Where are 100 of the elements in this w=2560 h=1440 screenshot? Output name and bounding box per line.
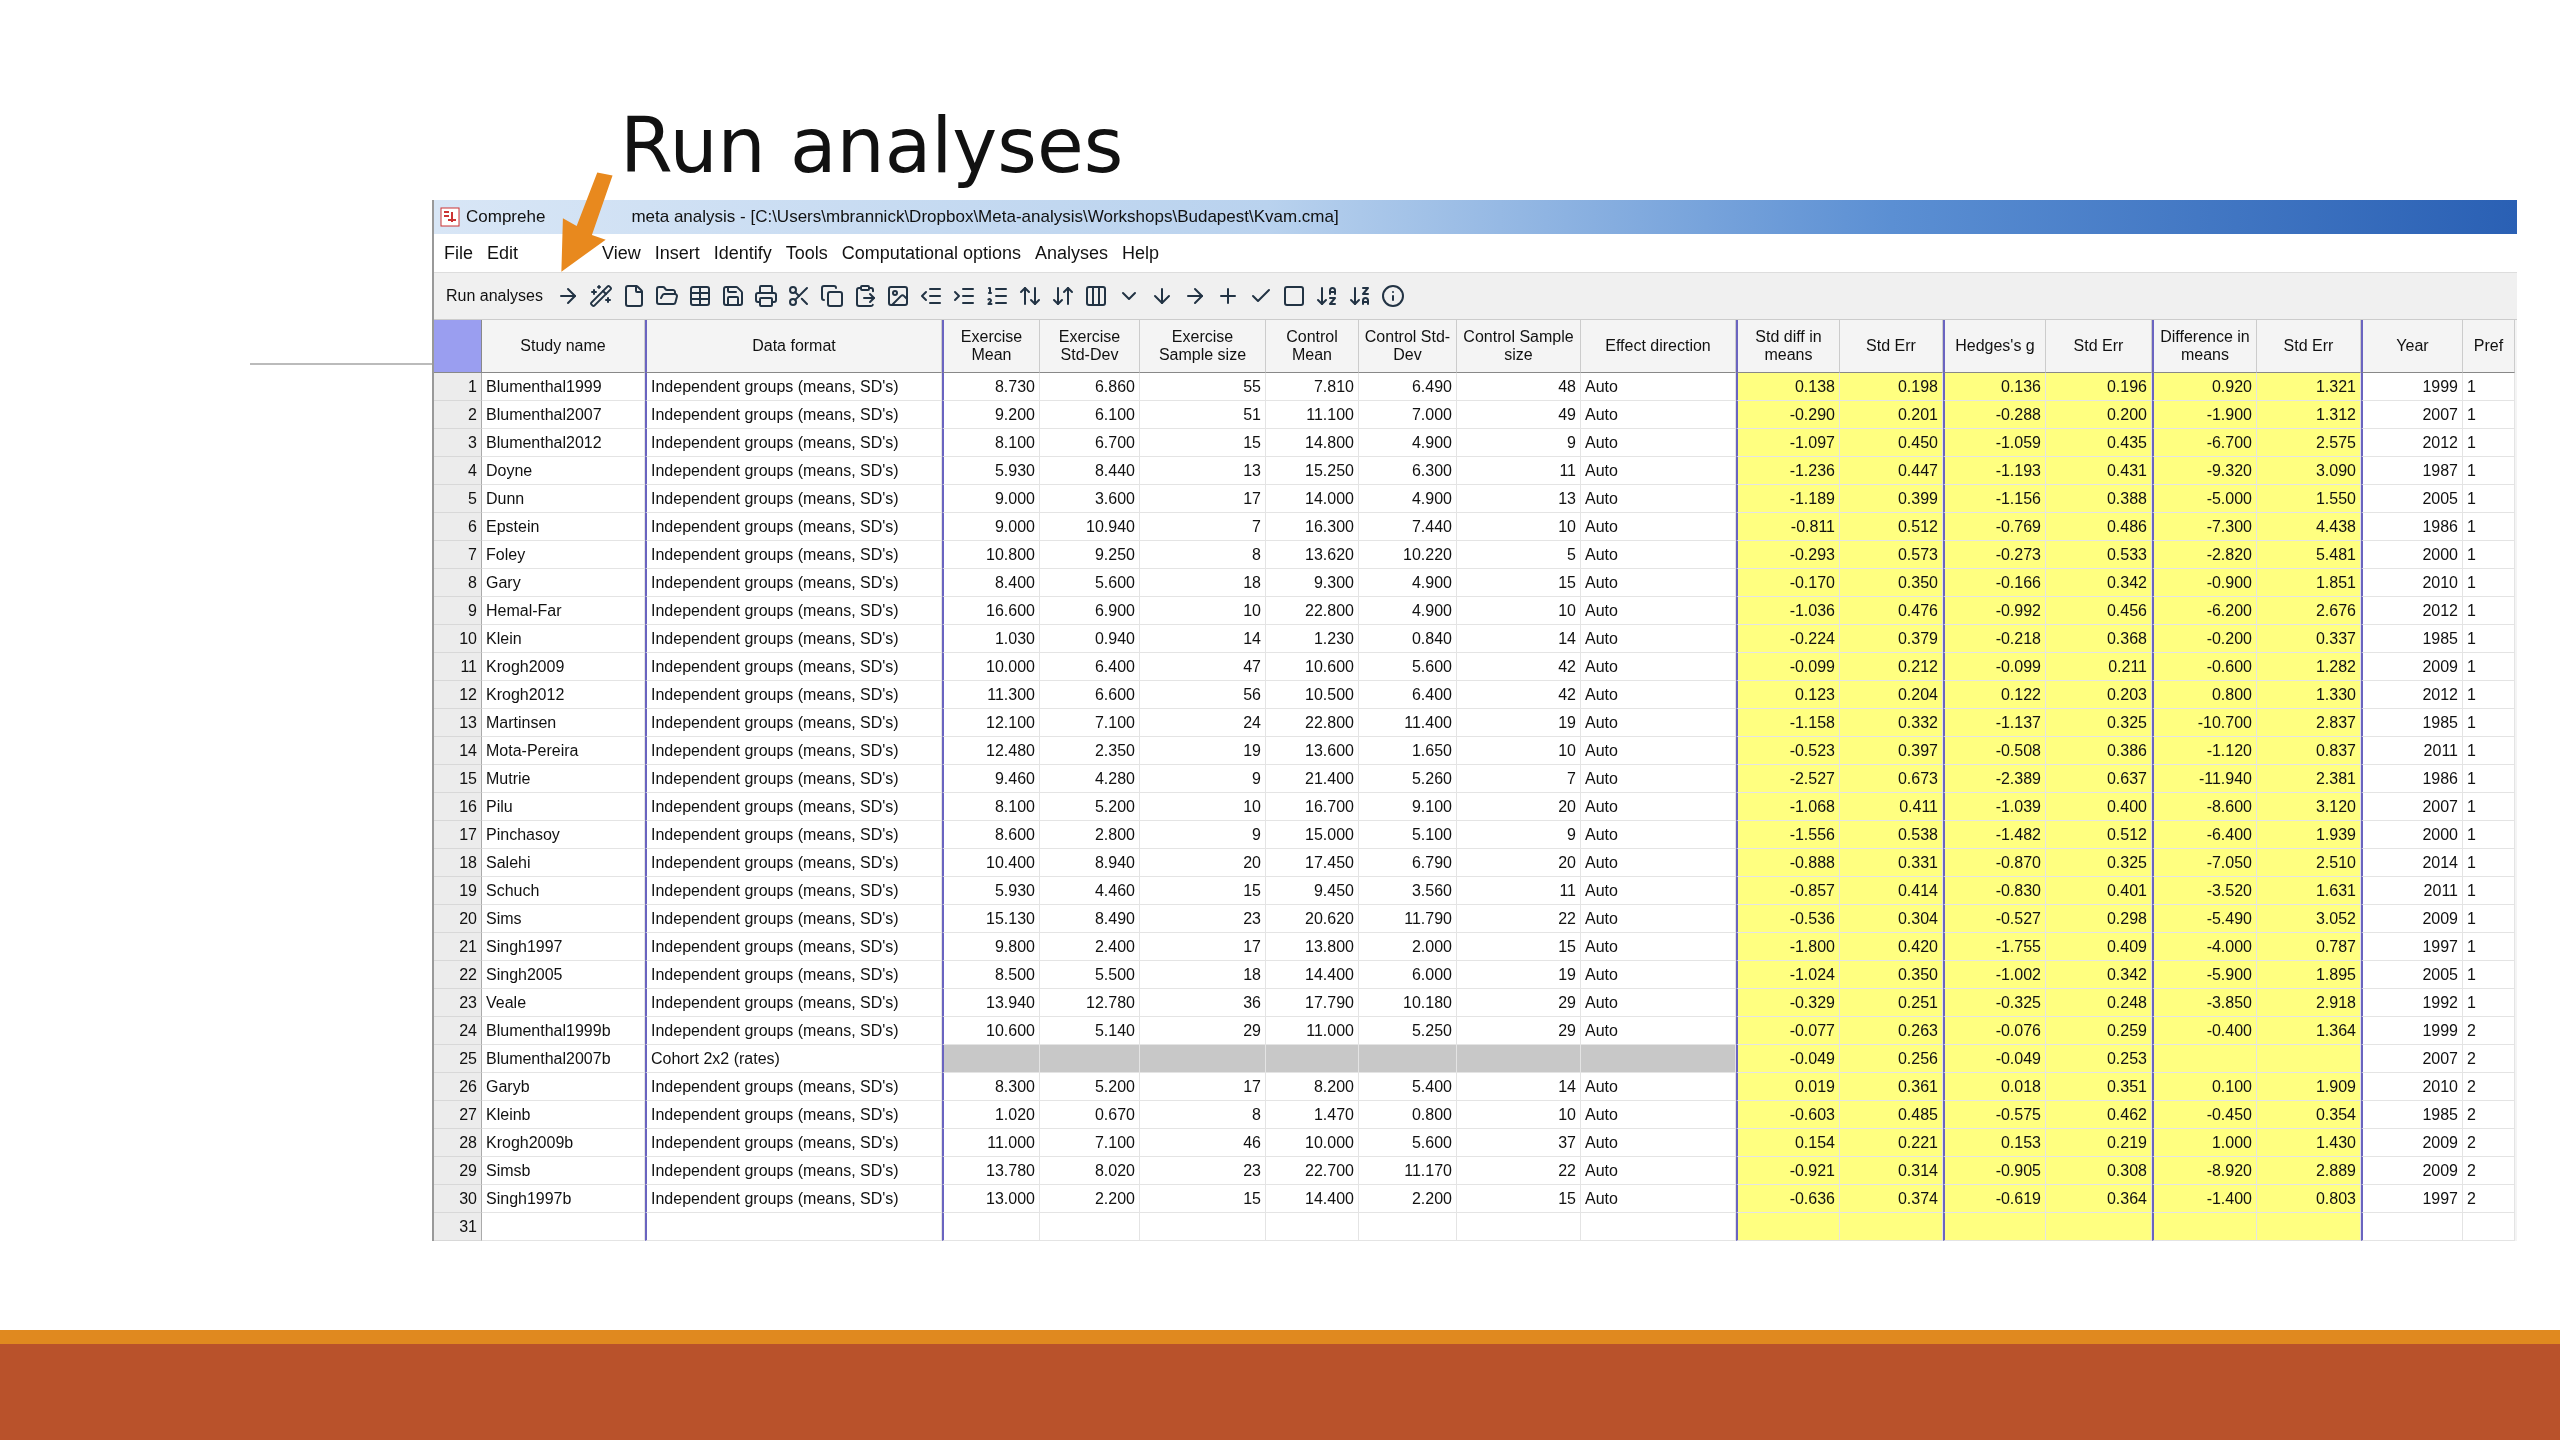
column-header[interactable]: Exercise Mean xyxy=(942,320,1040,373)
table-cell: Auto xyxy=(1581,1157,1736,1185)
menu-item[interactable]: Tools xyxy=(785,242,828,264)
menu-item[interactable]: File xyxy=(444,242,473,264)
table-cell: 2.800 xyxy=(1040,821,1140,849)
table-cell: -8.920 xyxy=(2152,1157,2257,1185)
row-number: 17 xyxy=(434,821,482,849)
table-cell: 12.100 xyxy=(942,709,1040,737)
table-cell: 3.600 xyxy=(1040,485,1140,513)
copy-icon[interactable] xyxy=(819,284,844,308)
column-header[interactable]: Pref xyxy=(2463,320,2515,373)
table-cell: 0.263 xyxy=(1840,1017,1943,1045)
table-cell: 1.000 xyxy=(2152,1129,2257,1157)
table-cell: 0.325 xyxy=(2046,709,2152,737)
table-cell: 8 xyxy=(1140,1101,1266,1129)
table-cell: Auto xyxy=(1581,485,1736,513)
column-header[interactable]: Control Mean xyxy=(1266,320,1359,373)
menu-item[interactable]: Analyses xyxy=(1035,242,1109,264)
table-cell: 0.350 xyxy=(1840,569,1943,597)
table-cell: -1.059 xyxy=(1943,429,2046,457)
table-cell: 0.342 xyxy=(2046,569,2152,597)
table-cell: 2011 xyxy=(2361,877,2463,905)
table-cell: 10 xyxy=(1457,737,1581,765)
table-cell: Auto xyxy=(1581,373,1736,401)
column-header[interactable]: Exercise Sample size xyxy=(1140,320,1266,373)
column-header[interactable]: Control Sample size xyxy=(1457,320,1581,373)
column-header[interactable]: Control Std-Dev xyxy=(1359,320,1457,373)
table-cell: 1 xyxy=(2463,933,2515,961)
menu-item[interactable]: Insert xyxy=(654,242,700,264)
row-number: 2 xyxy=(434,401,482,429)
column-header[interactable]: Difference in means xyxy=(2152,320,2257,373)
table-cell: 16.700 xyxy=(1266,793,1359,821)
table-cell: Dunn xyxy=(482,485,645,513)
table-cell: 2000 xyxy=(2361,541,2463,569)
table-cell: -1.024 xyxy=(1736,961,1840,989)
swap-icon[interactable] xyxy=(1050,284,1075,308)
sort-descending-icon[interactable] xyxy=(1347,284,1372,308)
table-cell: Independent groups (means, SD's) xyxy=(645,653,942,681)
table-cell: 15 xyxy=(1457,933,1581,961)
table-cell: 4.900 xyxy=(1359,569,1457,597)
table-cell: 1.321 xyxy=(2257,373,2361,401)
column-header[interactable]: Effect direction xyxy=(1581,320,1736,373)
table-cell: Auto xyxy=(1581,457,1736,485)
table-cell: 2011 xyxy=(2361,737,2463,765)
wand-icon[interactable] xyxy=(588,284,613,308)
table-cell: -0.769 xyxy=(1943,513,2046,541)
save-icon[interactable] xyxy=(720,284,745,308)
menu-item[interactable]: Edit xyxy=(487,242,519,264)
table-cell: 0.840 xyxy=(1359,625,1457,653)
table-cell: 16.600 xyxy=(942,597,1040,625)
table-cell: -2.820 xyxy=(2152,541,2257,569)
column-header[interactable]: Std diff in means xyxy=(1736,320,1840,373)
table-cell: Independent groups (means, SD's) xyxy=(645,1017,942,1045)
image-icon[interactable] xyxy=(885,284,910,308)
table-cell: 11.400 xyxy=(1359,709,1457,737)
folder-icon[interactable] xyxy=(654,284,679,308)
table-cell: Blumenthal1999 xyxy=(482,373,645,401)
table-cell: 0.351 xyxy=(2046,1073,2152,1101)
menu-item[interactable]: Identify xyxy=(713,242,772,264)
table-cell: -4.000 xyxy=(2152,933,2257,961)
column-header[interactable]: Hedges's g xyxy=(1943,320,2046,373)
table-cell: 2 xyxy=(2463,1045,2515,1073)
info-icon[interactable] xyxy=(1380,284,1405,308)
table-cell: 17.450 xyxy=(1266,849,1359,877)
table-cell: 2.918 xyxy=(2257,989,2361,1017)
table-cell: 2007 xyxy=(2361,401,2463,429)
table-icon[interactable] xyxy=(687,284,712,308)
list-icon[interactable] xyxy=(984,284,1009,308)
window-title: meta analysis - [C:\Users\mbrannick\Dropbox\Meta-analysis\Workshops\Budapest\Kvam.cma] xyxy=(631,207,1339,227)
square-icon[interactable] xyxy=(1281,284,1306,308)
columns-icon[interactable] xyxy=(1083,284,1108,308)
table-cell: 4.460 xyxy=(1040,877,1140,905)
column-header[interactable]: Std Err xyxy=(2046,320,2152,373)
row-number: 15 xyxy=(434,765,482,793)
column-header[interactable]: Exercise Std-Dev xyxy=(1040,320,1140,373)
table-cell: 1 xyxy=(2463,597,2515,625)
table-cell: 1 xyxy=(2463,569,2515,597)
run-analyses-button[interactable]: Run analyses xyxy=(442,285,547,307)
sort-ascending-icon[interactable] xyxy=(1314,284,1339,308)
column-header[interactable]: Std Err xyxy=(1840,320,1943,373)
column-header[interactable]: Study name xyxy=(482,320,645,373)
menu-item[interactable]: View xyxy=(602,242,641,264)
table-cell: 1 xyxy=(2463,765,2515,793)
cut-icon[interactable] xyxy=(786,284,811,308)
table-cell: 2000 xyxy=(2361,821,2463,849)
table-cell: 56 xyxy=(1140,681,1266,709)
column-header[interactable]: Data format xyxy=(645,320,942,373)
menu-item[interactable]: Computational options xyxy=(841,242,1021,264)
table-cell: 0.219 xyxy=(2046,1129,2152,1157)
column-header[interactable]: Year xyxy=(2361,320,2463,373)
printer-icon[interactable] xyxy=(753,284,778,308)
menu-item[interactable]: Help xyxy=(1122,242,1160,264)
table-cell: 4.900 xyxy=(1359,429,1457,457)
table-cell: Auto xyxy=(1581,653,1736,681)
table-cell: 3.560 xyxy=(1359,877,1457,905)
table-cell: 9 xyxy=(1140,765,1266,793)
column-header[interactable]: Std Err xyxy=(2257,320,2361,373)
table-cell: 0.414 xyxy=(1840,877,1943,905)
table-cell: 1 xyxy=(2463,793,2515,821)
sort-icon[interactable] xyxy=(1017,284,1042,308)
